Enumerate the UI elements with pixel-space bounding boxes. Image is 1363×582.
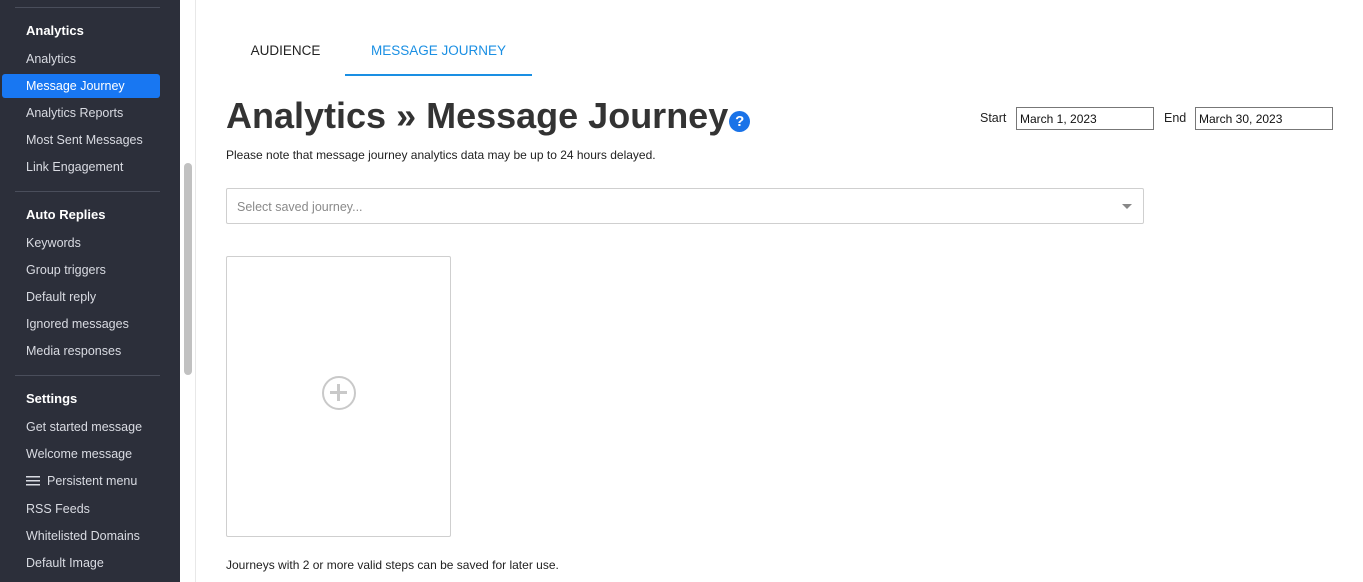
sidebar-divider (15, 191, 160, 192)
start-date-input[interactable] (1016, 107, 1154, 130)
chevron-down-icon (1122, 204, 1132, 209)
select-placeholder: Select saved journey... (237, 200, 363, 214)
sidebar-item-get-started-message[interactable]: Get started message (2, 415, 160, 439)
help-icon[interactable]: ? (729, 111, 751, 132)
add-circle-icon[interactable] (322, 376, 356, 410)
sidebar-item-default-image[interactable]: Default Image (2, 551, 160, 575)
sidebar-scrollbar-thumb[interactable] (184, 163, 192, 375)
sidebar: Analytics Analytics Message Journey Anal… (0, 0, 180, 582)
sidebar-divider (15, 7, 160, 8)
save-journey-note: Journeys with 2 or more valid steps can … (226, 558, 559, 572)
sidebar-item-media-responses[interactable]: Media responses (2, 339, 160, 363)
sidebar-item-persistent-menu[interactable]: Persistent menu (2, 469, 160, 493)
sidebar-item-most-sent-messages[interactable]: Most Sent Messages (2, 128, 160, 152)
sidebar-item-default-reply[interactable]: Default reply (2, 285, 160, 309)
sidebar-item-whitelisted-domains[interactable]: Whitelisted Domains (2, 524, 160, 548)
saved-journey-select[interactable]: Select saved journey... (226, 188, 1144, 224)
sidebar-section-settings: Settings (26, 391, 78, 406)
sidebar-item-keywords[interactable]: Keywords (2, 231, 160, 255)
sidebar-item-link-engagement[interactable]: Link Engagement (2, 155, 160, 179)
add-journey-step-card[interactable] (226, 256, 451, 537)
sidebar-divider (15, 375, 160, 376)
sidebar-item-rss-feeds[interactable]: RSS Feeds (2, 497, 160, 521)
app-root: Analytics Analytics Message Journey Anal… (0, 0, 1363, 582)
sidebar-section-auto-replies: Auto Replies (26, 207, 106, 222)
sidebar-section-analytics: Analytics (26, 23, 84, 38)
tab-message-journey[interactable]: MESSAGE JOURNEY (345, 30, 532, 76)
sidebar-item-ignored-messages[interactable]: Ignored messages (2, 312, 160, 336)
end-date-label: End (1164, 111, 1187, 125)
end-date-input[interactable] (1195, 107, 1333, 130)
start-date-label: Start (980, 111, 1007, 125)
hamburger-menu-icon (26, 476, 40, 486)
page-title: Analytics » Message Journey? (226, 95, 751, 137)
sidebar-item-group-triggers[interactable]: Group triggers (2, 258, 160, 282)
sidebar-item-label: Persistent menu (47, 474, 138, 488)
sidebar-item-message-journey[interactable]: Message Journey (2, 74, 160, 98)
page-title-text: Analytics » Message Journey (226, 95, 729, 136)
delay-note: Please note that message journey analyti… (226, 148, 656, 162)
tab-audience[interactable]: AUDIENCE (226, 30, 345, 76)
sidebar-item-welcome-message[interactable]: Welcome message (2, 442, 160, 466)
sidebar-item-analytics-reports[interactable]: Analytics Reports (2, 101, 160, 125)
sidebar-item-analytics[interactable]: Analytics (2, 47, 160, 71)
